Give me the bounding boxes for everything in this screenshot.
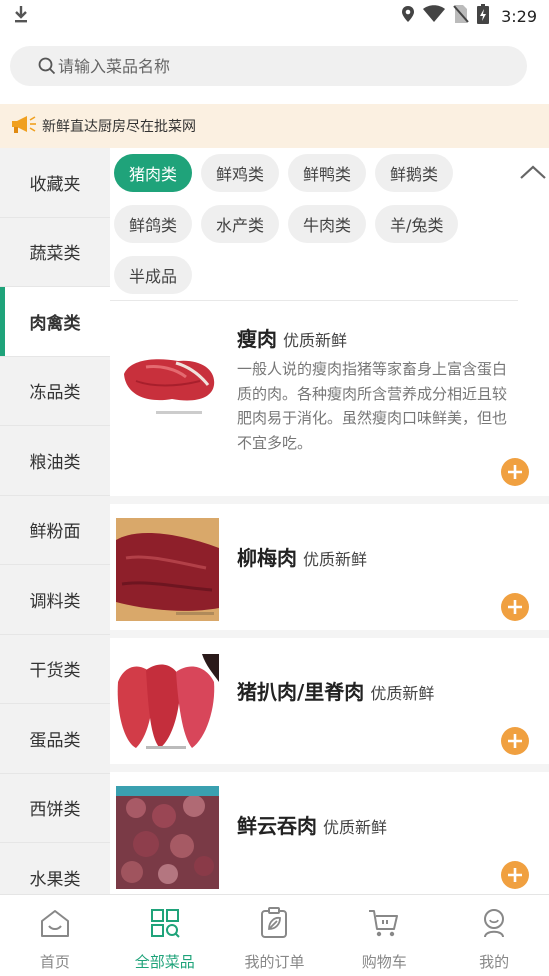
sidebar-item-label: 肉禽类 [29,313,81,334]
plus-icon [508,734,522,748]
chip-fresh-chicken[interactable]: 鲜鸡类 [201,154,280,192]
category-sidebar: 收藏夹 蔬菜类 肉禽类 冻品类 粮油类 鲜粉面 调料类 干货类 蛋品类 西饼类 … [0,148,110,894]
product-title: 柳梅肉 优质新鲜 [237,542,367,571]
add-to-cart-button[interactable] [501,593,529,621]
product-name: 猪扒肉/里脊肉 [237,680,365,704]
plus-icon [508,600,522,614]
chip-seafood[interactable]: 水产类 [201,205,280,243]
search-icon [38,57,56,79]
download-icon [12,4,30,28]
chip-semi-finished[interactable]: 半成品 [114,256,193,294]
tab-label: 我的订单 [244,953,305,971]
product-image-pork-tenderloin [116,652,219,755]
product-title: 猪扒肉/里脊肉 优质新鲜 [237,676,434,705]
sidebar-item-eggs[interactable]: 蛋品类 [0,704,110,774]
add-to-cart-button[interactable] [501,727,529,755]
product-image-lean-pork [116,329,219,432]
tab-home[interactable]: 首页 [0,895,110,976]
sidebar-item-label: 粮油类 [29,452,81,473]
sidebar-item-label: 鲜粉面 [29,522,81,543]
product-item[interactable]: 鲜云吞肉 优质新鲜 [110,772,549,894]
sidebar-item-label: 蔬菜类 [29,244,81,265]
status-bar: 3:29 [0,0,549,32]
product-panel: 猪肉类 鲜鸡类 鲜鸭类 鲜鹅类 鲜鸽类 水产类 牛肉类 羊/兔类 半成品 瘦肉 … [110,148,549,894]
sidebar-item-label: 收藏夹 [29,174,81,195]
product-name: 鲜云吞肉 [237,814,317,838]
plus-icon [508,465,522,479]
home-icon [38,907,72,943]
product-tag: 优质新鲜 [323,818,388,837]
megaphone-icon [10,113,38,139]
product-name: 柳梅肉 [237,546,297,570]
product-description: 一般人说的瘦肉指猪等家畜身上富含蛋白质的肉。各种瘦肉所含营养成分相近且较肥肉易于… [237,360,508,452]
product-image-liu-mei-pork [116,518,219,621]
sidebar-item-label: 西饼类 [29,800,81,821]
product-title: 瘦肉 优质新鲜 [237,323,347,352]
product-item[interactable]: 瘦肉 优质新鲜 一般人说的瘦肉指猪等家畜身上富含蛋白质的肉。各种瘦肉所含营养成分… [110,301,549,504]
sidebar-item-favorites[interactable]: 收藏夹 [0,148,110,218]
product-item[interactable]: 柳梅肉 优质新鲜 [110,504,549,638]
sidebar-item-label: 调料类 [29,591,81,612]
chip-fresh-duck[interactable]: 鲜鸭类 [288,154,367,192]
sidebar-item-label: 水果类 [29,869,81,890]
search-input[interactable] [58,56,498,76]
product-name: 瘦肉 [237,327,277,351]
sidebar-item-frozen[interactable]: 冻品类 [0,357,110,426]
tab-label: 全部菜品 [134,953,195,971]
bottom-tab-bar: 首页 全部菜品 我的订单 购物车 我的 [0,894,549,976]
location-icon [401,5,415,27]
tab-label: 首页 [39,953,70,971]
tab-label: 我的 [479,953,510,971]
order-clipboard-icon [259,907,289,943]
tab-my-orders[interactable]: 我的订单 [220,895,330,976]
tab-all-dishes[interactable]: 全部菜品 [110,895,220,976]
no-sim-icon [453,4,469,28]
sidebar-item-meat-poultry[interactable]: 肉禽类 [0,287,110,357]
notice-text: 新鲜直达厨房尽在批菜网 [42,119,196,135]
notice-bar: 新鲜直达厨房尽在批菜网 [0,104,549,148]
product-title: 鲜云吞肉 优质新鲜 [237,810,387,839]
sidebar-item-dry-goods[interactable]: 干货类 [0,635,110,704]
cart-icon [367,907,401,943]
chip-fresh-goose[interactable]: 鲜鹅类 [375,154,454,192]
chip-fresh-pigeon[interactable]: 鲜鸽类 [114,205,193,243]
sidebar-item-label: 冻品类 [29,383,81,404]
collapse-chevron-up-icon[interactable] [519,162,547,182]
sidebar-item-vegetables[interactable]: 蔬菜类 [0,218,110,287]
sidebar-item-grain-oil[interactable]: 粮油类 [0,426,110,496]
tab-cart[interactable]: 购物车 [329,895,439,976]
chip-lamb-rabbit[interactable]: 羊/兔类 [375,205,459,243]
user-icon [479,907,509,943]
product-item[interactable]: 猪扒肉/里脊肉 优质新鲜 [110,638,549,772]
sidebar-item-fruits[interactable]: 水果类 [0,843,110,894]
sidebar-item-label: 干货类 [29,661,81,682]
subcategory-chips: 猪肉类 鲜鸡类 鲜鸭类 鲜鹅类 鲜鸽类 水产类 牛肉类 羊/兔类 半成品 [110,148,520,307]
chip-pork[interactable]: 猪肉类 [114,154,193,192]
product-tag: 优质新鲜 [303,550,368,569]
product-list: 瘦肉 优质新鲜 一般人说的瘦肉指猪等家畜身上富含蛋白质的肉。各种瘦肉所含营养成分… [110,301,549,894]
tab-profile[interactable]: 我的 [439,895,549,976]
chip-beef[interactable]: 牛肉类 [288,205,367,243]
sidebar-item-pastries[interactable]: 西饼类 [0,774,110,843]
plus-icon [508,868,522,882]
add-to-cart-button[interactable] [501,458,529,486]
grid-search-icon [149,907,181,943]
sidebar-item-seasonings[interactable]: 调料类 [0,565,110,635]
search-bar [0,32,549,102]
product-image-wonton-pork [116,786,219,889]
search-box[interactable] [10,46,527,86]
tab-label: 购物车 [361,953,407,971]
add-to-cart-button[interactable] [501,861,529,889]
sidebar-item-fresh-noodles[interactable]: 鲜粉面 [0,496,110,565]
wifi-icon [423,5,446,27]
status-time: 3:29 [501,6,537,26]
product-tag: 优质新鲜 [370,684,435,703]
product-tag: 优质新鲜 [283,331,348,350]
sidebar-item-label: 蛋品类 [29,730,81,751]
battery-icon [477,4,490,28]
